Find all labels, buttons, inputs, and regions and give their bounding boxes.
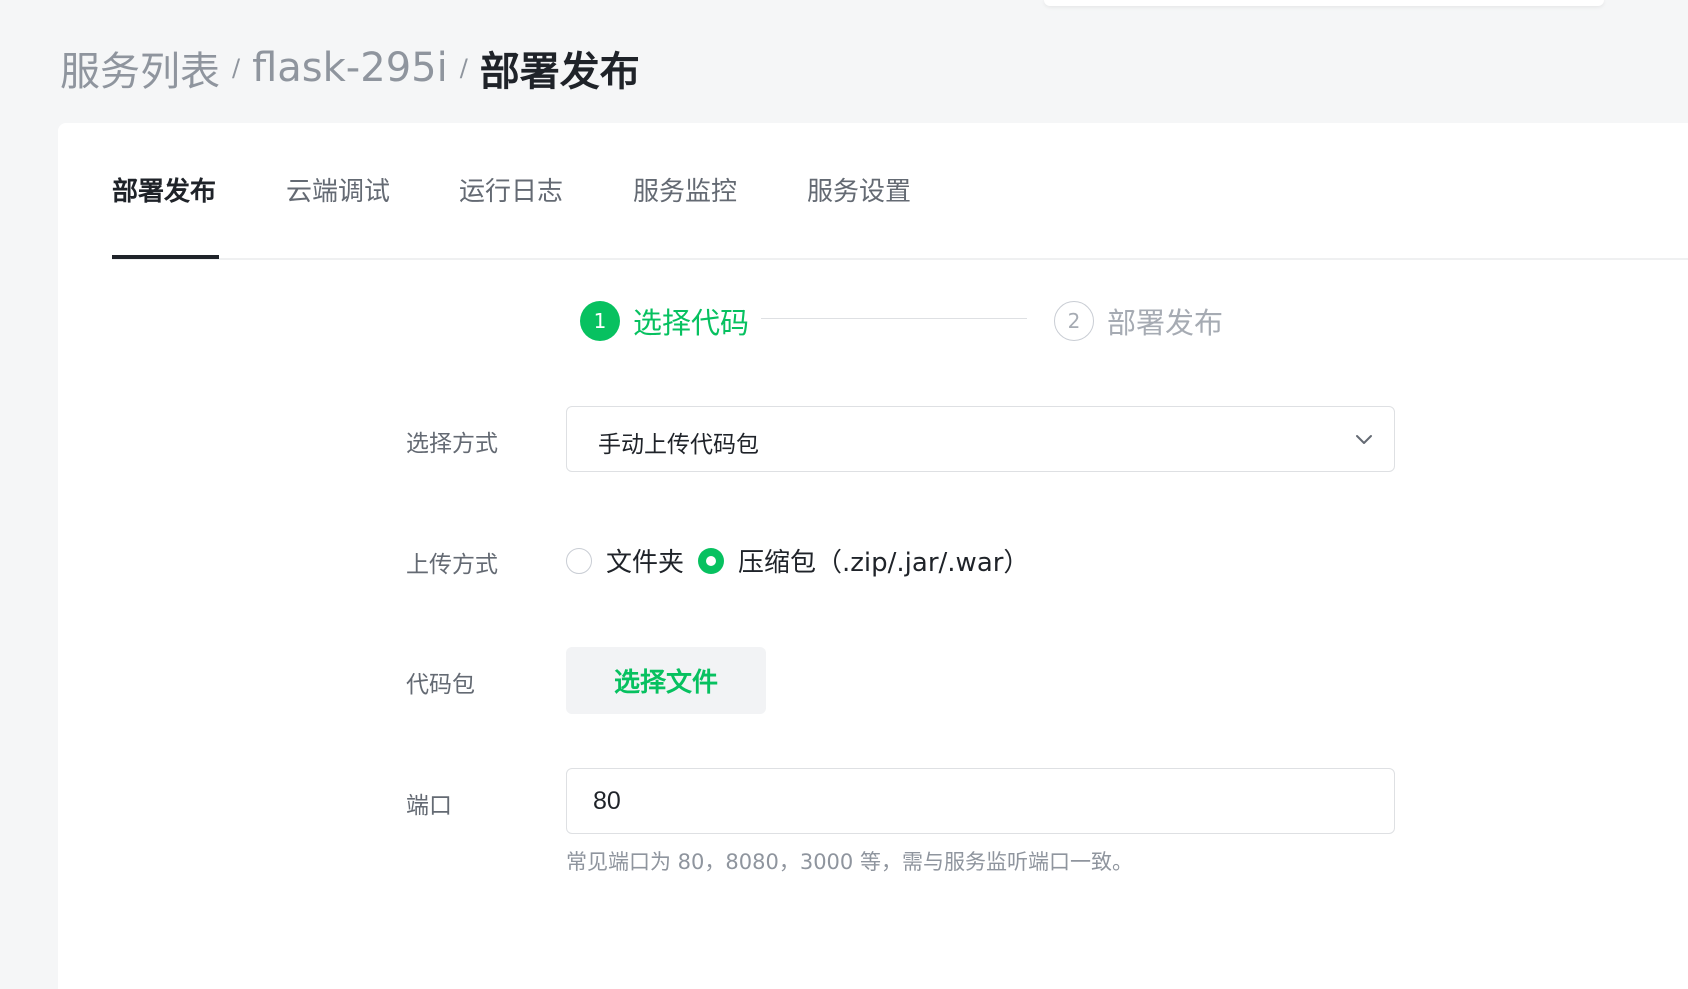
port-hint-text: 常见端口为 80，8080，3000 等，需与服务监听端口一致。 [566, 850, 1133, 874]
select-method-value: 手动上传代码包 [598, 432, 759, 458]
upload-method-radio-group: 文件夹 压缩包（.zip/.jar/.war） [566, 542, 1029, 579]
chevron-down-icon [1356, 435, 1372, 444]
breadcrumb: 服务列表 / flask-295i / 部署发布 [60, 40, 640, 96]
tab-runtime-logs[interactable]: 运行日志 [459, 171, 563, 208]
step-select-code: 1 选择代码 [580, 300, 749, 342]
upload-method-label: 上传方式 [406, 552, 498, 578]
step-label: 选择代码 [633, 306, 750, 340]
tab-cloud-debug[interactable]: 云端调试 [286, 171, 390, 208]
step-connector-line [761, 318, 1027, 319]
tab-deploy[interactable]: 部署发布 [112, 171, 216, 208]
select-method-dropdown[interactable]: 手动上传代码包 [566, 406, 1395, 472]
breadcrumb-current-page: 部署发布 [479, 49, 640, 95]
breadcrumb-service-name[interactable]: flask-295i [252, 45, 448, 91]
port-input[interactable] [566, 768, 1395, 834]
active-tab-indicator [112, 255, 219, 259]
breadcrumb-separator: / [459, 54, 468, 82]
radio-option-folder[interactable]: 文件夹 [566, 542, 684, 579]
select-method-label: 选择方式 [406, 431, 498, 457]
top-floating-panel [1044, 0, 1604, 6]
radio-unchecked-icon[interactable] [566, 547, 592, 574]
code-package-label: 代码包 [406, 672, 475, 698]
radio-option-archive[interactable]: 压缩包（.zip/.jar/.war） [698, 542, 1029, 579]
step-number-badge: 2 [1054, 301, 1094, 341]
breadcrumb-service-list[interactable]: 服务列表 [60, 39, 220, 97]
tab-service-settings[interactable]: 服务设置 [807, 171, 911, 208]
port-label: 端口 [406, 793, 452, 819]
radio-label: 压缩包（.zip/.jar/.war） [738, 548, 1030, 578]
tab-bar: 部署发布 云端调试 运行日志 服务监控 服务设置 [112, 123, 1688, 260]
radio-checked-icon[interactable] [698, 547, 725, 574]
choose-file-button[interactable]: 选择文件 [566, 647, 766, 714]
step-deploy: 2 部署发布 [1054, 300, 1223, 342]
step-label: 部署发布 [1107, 306, 1224, 340]
tab-service-monitor[interactable]: 服务监控 [633, 171, 737, 208]
radio-label: 文件夹 [606, 548, 685, 578]
content-card: 部署发布 云端调试 运行日志 服务监控 服务设置 1 选择代码 2 部署发布 选… [58, 123, 1688, 989]
step-number-badge: 1 [580, 301, 620, 341]
breadcrumb-separator: / [232, 54, 241, 82]
